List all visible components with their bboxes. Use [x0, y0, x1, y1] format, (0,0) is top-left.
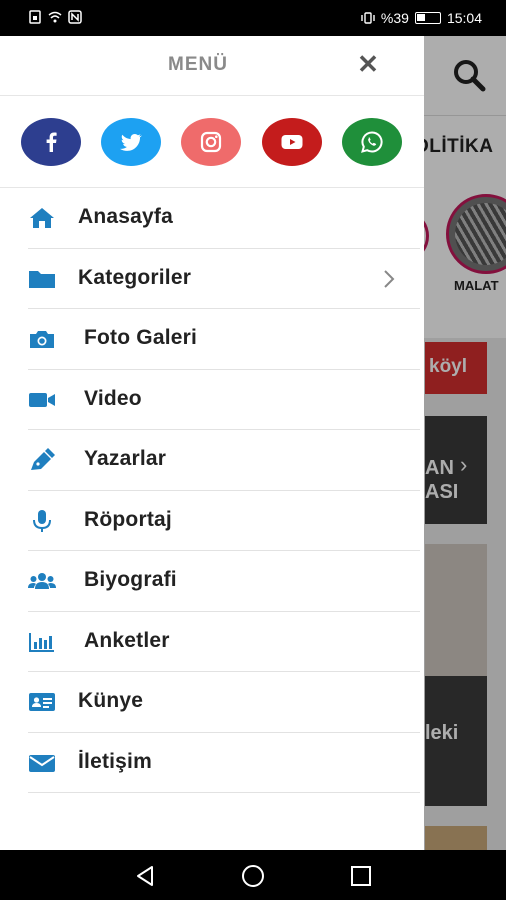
status-right-icons: %39 15:04 — [361, 10, 482, 26]
menu-item-anasayfa[interactable]: Anasayfa — [0, 188, 424, 249]
menu-item-label: Biyografi — [84, 568, 177, 591]
menu-item-label: Kategoriler — [78, 265, 192, 289]
nfc-icon — [68, 10, 82, 24]
id-card-icon — [28, 690, 56, 714]
menu-item-foto-galeri[interactable]: Foto Galeri — [0, 309, 424, 370]
menu-item-label: Künye — [78, 689, 144, 712]
bar-chart-icon — [28, 630, 56, 654]
social-links — [0, 96, 424, 188]
youtube-icon — [281, 135, 303, 149]
whatsapp-icon — [361, 131, 383, 153]
menu-item-label: Yazarlar — [84, 447, 167, 470]
menu-item-kunye[interactable]: Künye — [0, 672, 424, 733]
facebook-button[interactable] — [21, 118, 81, 166]
facebook-icon — [46, 132, 57, 152]
pen-icon — [28, 448, 56, 472]
youtube-button[interactable] — [262, 118, 322, 166]
camera-icon — [28, 327, 56, 351]
sim-icon — [28, 10, 42, 24]
menu-item-label: Anketler — [84, 628, 170, 652]
menu-item-label: Röportaj — [84, 507, 172, 531]
folder-icon — [28, 267, 56, 291]
menu-item-iletisim[interactable]: İletişim — [0, 733, 424, 794]
menu-item-biyografi[interactable]: Biyografi — [0, 551, 424, 612]
chevron-right-icon — [380, 267, 398, 291]
drawer-title: MENÜ — [168, 54, 228, 75]
instagram-icon — [200, 131, 222, 153]
navigation-drawer: MENÜ ✕ Anasayfa Kategoriler Foto Galeri … — [0, 36, 424, 850]
wifi-icon — [48, 10, 62, 24]
envelope-icon — [28, 751, 56, 775]
menu-item-label: Anasayfa — [78, 205, 173, 228]
whatsapp-button[interactable] — [342, 118, 402, 166]
menu-item-label: İletişim — [78, 749, 152, 773]
users-icon — [28, 569, 56, 593]
home-icon — [28, 206, 56, 230]
twitter-icon — [120, 133, 142, 151]
system-navigation-bar — [0, 850, 506, 900]
microphone-icon — [28, 509, 56, 533]
status-left-icons — [28, 10, 82, 24]
battery-icon — [414, 12, 441, 24]
menu-item-roportaj[interactable]: Röportaj — [0, 491, 424, 552]
drawer-header: MENÜ ✕ — [0, 36, 424, 96]
home-button-icon[interactable] — [240, 863, 266, 889]
twitter-button[interactable] — [101, 118, 161, 166]
status-bar: %39 15:04 — [0, 0, 506, 36]
vibrate-icon — [361, 11, 375, 25]
clock: 15:04 — [446, 10, 482, 26]
drawer-menu: Anasayfa Kategoriler Foto Galeri Video Y… — [0, 188, 424, 793]
recents-icon[interactable] — [348, 863, 374, 889]
menu-item-label: Video — [84, 386, 142, 410]
menu-item-label: Foto Galeri — [84, 326, 198, 349]
back-icon[interactable] — [132, 863, 158, 889]
menu-item-video[interactable]: Video — [0, 370, 424, 431]
menu-item-yazarlar[interactable]: Yazarlar — [0, 430, 424, 491]
instagram-button[interactable] — [181, 118, 241, 166]
close-icon[interactable]: ✕ — [354, 50, 382, 78]
menu-item-kategoriler[interactable]: Kategoriler — [0, 249, 424, 310]
menu-item-anketler[interactable]: Anketler — [0, 612, 424, 673]
video-icon — [28, 388, 56, 412]
battery-percent: %39 — [380, 10, 409, 26]
